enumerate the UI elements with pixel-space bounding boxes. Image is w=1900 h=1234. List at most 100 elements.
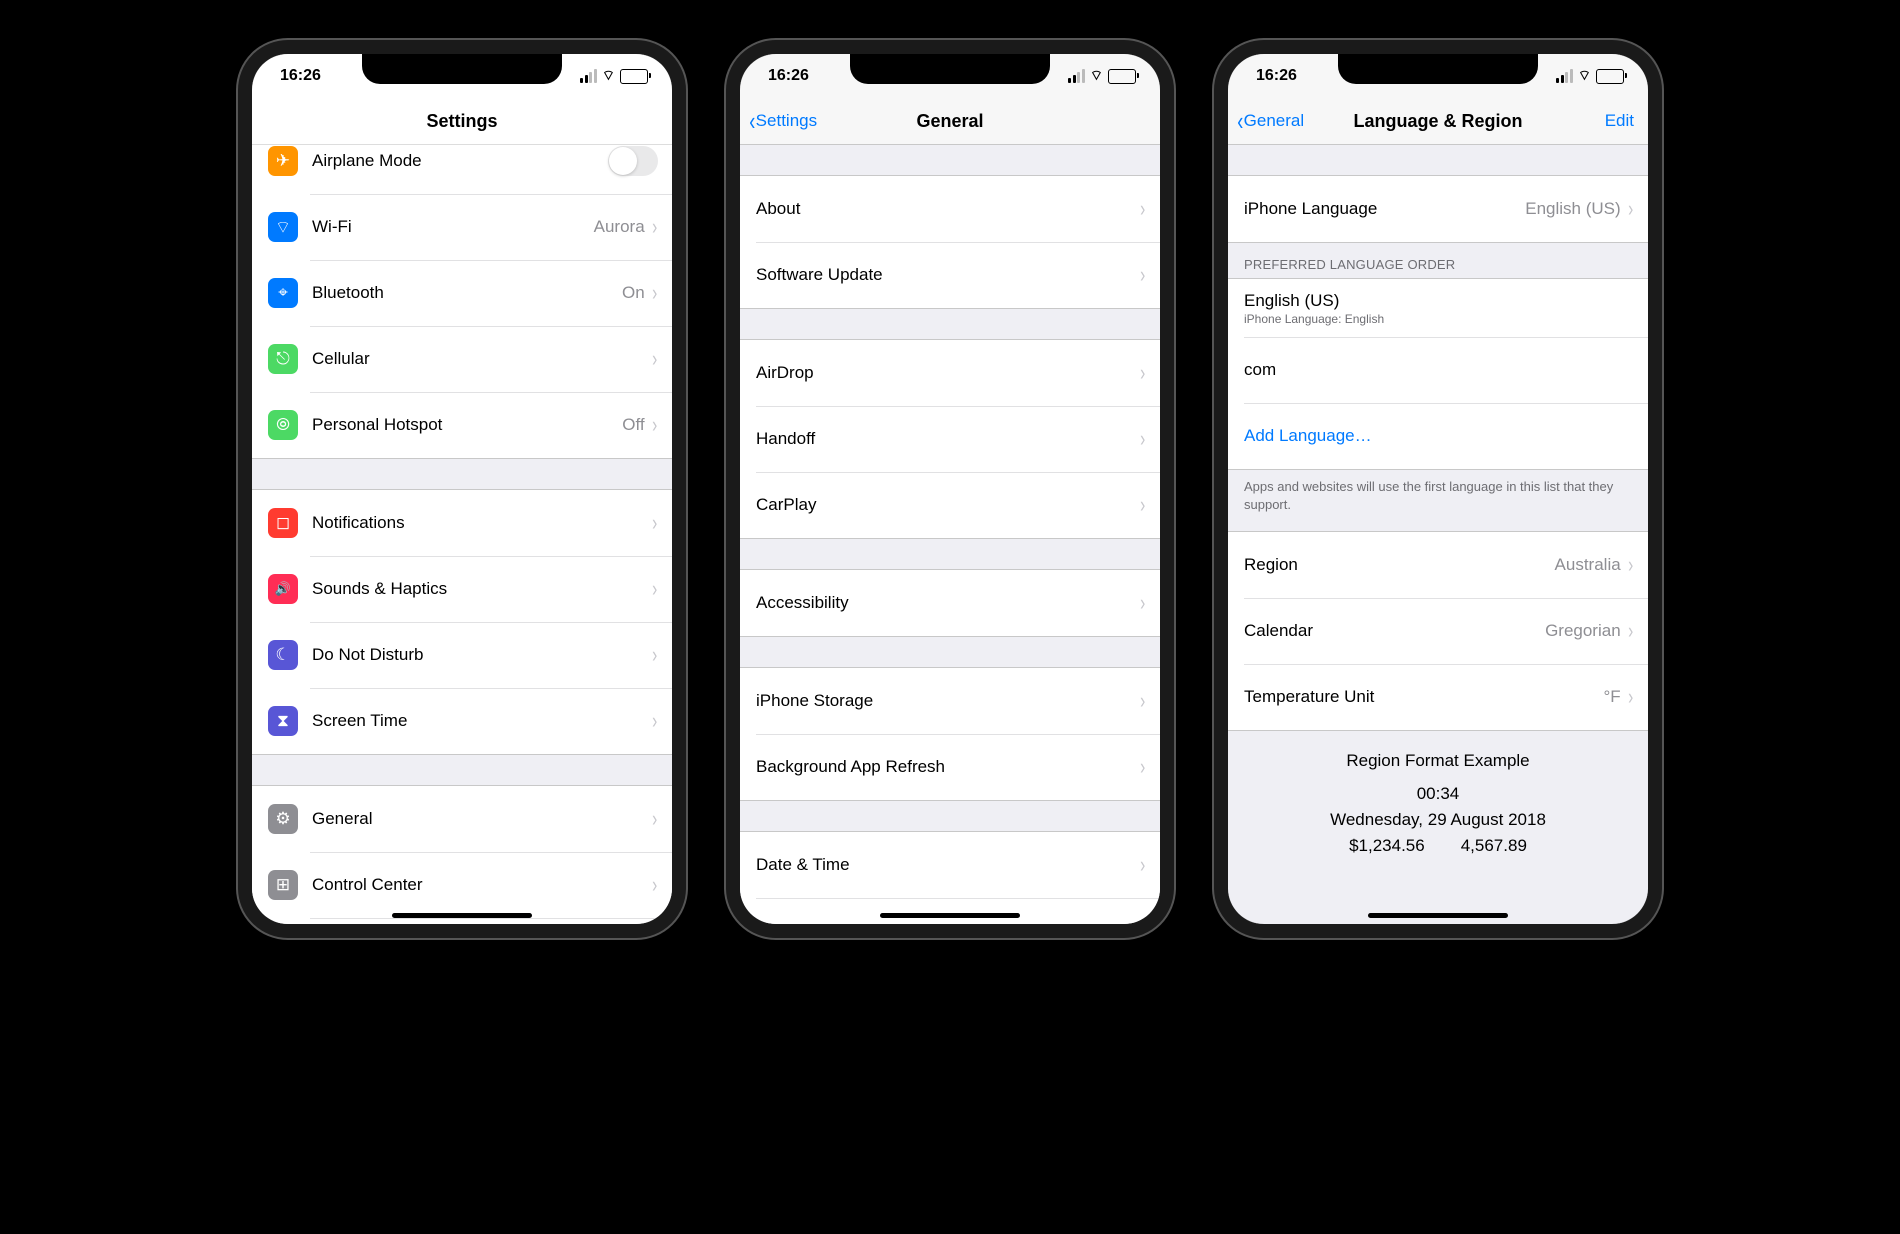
cellular-icon: ⎋ — [268, 344, 298, 374]
cell-signal-icon — [580, 69, 597, 83]
controls-icon: ⊞ — [268, 870, 298, 900]
chevron-right-icon: › — [1140, 690, 1145, 712]
nav-bar: Settings — [252, 98, 672, 145]
chevron-right-icon: › — [1628, 554, 1633, 576]
chevron-right-icon: › — [652, 808, 657, 830]
chevron-right-icon: › — [1140, 428, 1145, 450]
row-region[interactable]: Region Australia › — [1228, 532, 1648, 598]
chevron-right-icon: › — [1140, 198, 1145, 220]
row-iphone-storage[interactable]: iPhone Storage› — [740, 668, 1160, 734]
row-cellular[interactable]: ⎋ Cellular › — [252, 326, 672, 392]
row-dnd[interactable]: ☾ Do Not Disturb › — [252, 622, 672, 688]
status-time: 16:26 — [1256, 67, 1297, 85]
home-indicator[interactable] — [1368, 913, 1508, 918]
back-button[interactable]: ‹ Settings — [748, 98, 817, 144]
nav-title: Settings — [426, 111, 497, 132]
row-date-time[interactable]: Date & Time› — [740, 832, 1160, 898]
notifications-icon: ◻ — [268, 508, 298, 538]
row-add-language[interactable]: Add Language… — [1228, 403, 1648, 469]
status-time: 16:26 — [768, 67, 809, 85]
nav-bar: ‹ Settings General — [740, 98, 1160, 145]
chevron-right-icon: › — [1140, 264, 1145, 286]
battery-icon — [1108, 69, 1136, 84]
nav-title: Language & Region — [1353, 111, 1522, 132]
row-screentime[interactable]: ⧗ Screen Time › — [252, 688, 672, 754]
chevron-right-icon: › — [1628, 620, 1633, 642]
battery-icon — [1596, 69, 1624, 84]
chevron-right-icon: › — [1140, 592, 1145, 614]
phone-settings: 16:26 ⌔ Settings ✈ Airplane Mode ⌔ Wi-Fi… — [238, 40, 686, 938]
cell-signal-icon — [1068, 69, 1085, 83]
row-hotspot[interactable]: ⦾ Personal Hotspot Off › — [252, 392, 672, 458]
sounds-icon: 🔊 — [268, 574, 298, 604]
nav-bar: ‹ General Language & Region Edit — [1228, 98, 1648, 145]
settings-list[interactable]: ✈ Airplane Mode ⌔ Wi-Fi Aurora › ⌖ Bluet… — [252, 145, 672, 924]
row-carplay[interactable]: CarPlay› — [740, 472, 1160, 538]
chevron-right-icon: › — [1140, 362, 1145, 384]
chevron-right-icon: › — [1140, 854, 1145, 876]
wifi-icon: ⌔ — [1578, 67, 1591, 85]
hourglass-icon: ⧗ — [268, 706, 298, 736]
row-wifi[interactable]: ⌔ Wi-Fi Aurora › — [252, 194, 672, 260]
wifi-icon: ⌔ — [1090, 67, 1103, 85]
row-software-update[interactable]: Software Update› — [740, 242, 1160, 308]
row-control-center[interactable]: ⊞ Control Center › — [252, 852, 672, 918]
chevron-right-icon: › — [1140, 920, 1145, 924]
notch — [850, 54, 1050, 84]
row-notifications[interactable]: ◻ Notifications › — [252, 490, 672, 556]
status-icons: ⌔ — [1068, 67, 1136, 85]
phone-general: 16:26 ⌔ ‹ Settings General About› Softwa… — [726, 40, 1174, 938]
chevron-right-icon: › — [1140, 756, 1145, 778]
row-about[interactable]: About› — [740, 176, 1160, 242]
chevron-right-icon: › — [652, 644, 657, 666]
chevron-left-icon: ‹ — [749, 108, 755, 134]
row-iphone-language[interactable]: iPhone Language English (US) › — [1228, 176, 1648, 242]
airplane-toggle[interactable] — [608, 146, 658, 176]
back-button[interactable]: ‹ General — [1236, 98, 1304, 144]
notch — [362, 54, 562, 84]
status-icons: ⌔ — [580, 67, 648, 85]
row-sounds[interactable]: 🔊 Sounds & Haptics › — [252, 556, 672, 622]
chevron-right-icon: › — [652, 874, 657, 896]
row-bg-refresh[interactable]: Background App Refresh› — [740, 734, 1160, 800]
row-pref-lang-1[interactable]: English (US)iPhone Language: English — [1228, 279, 1648, 337]
chevron-right-icon: › — [1628, 686, 1633, 708]
airplane-icon: ✈ — [268, 146, 298, 176]
battery-icon — [620, 69, 648, 84]
row-accessibility[interactable]: Accessibility› — [740, 570, 1160, 636]
region-format-example: Region Format Example 00:34 Wednesday, 2… — [1228, 731, 1648, 896]
chevron-right-icon: › — [652, 216, 657, 238]
row-airdrop[interactable]: AirDrop› — [740, 340, 1160, 406]
bluetooth-icon: ⌖ — [268, 278, 298, 308]
status-time: 16:26 — [280, 67, 321, 85]
general-list[interactable]: About› Software Update› AirDrop› Handoff… — [740, 145, 1160, 924]
row-bluetooth[interactable]: ⌖ Bluetooth On › — [252, 260, 672, 326]
cell-signal-icon — [1556, 69, 1573, 83]
row-temp-unit[interactable]: Temperature Unit °F › — [1228, 664, 1648, 730]
row-airplane-mode[interactable]: ✈ Airplane Mode — [252, 145, 672, 194]
edit-button[interactable]: Edit — [1605, 98, 1634, 144]
status-icons: ⌔ — [1556, 67, 1624, 85]
gear-icon: ⚙ — [268, 804, 298, 834]
row-handoff[interactable]: Handoff› — [740, 406, 1160, 472]
row-general[interactable]: ⚙ General › — [252, 786, 672, 852]
chevron-right-icon: › — [652, 512, 657, 534]
wifi-icon: ⌔ — [602, 67, 615, 85]
row-display[interactable]: ᴀA Display & Brightness › — [252, 918, 672, 924]
hotspot-icon: ⦾ — [268, 410, 298, 440]
row-calendar[interactable]: Calendar Gregorian › — [1228, 598, 1648, 664]
row-pref-lang-2[interactable]: com — [1228, 337, 1648, 403]
home-indicator[interactable] — [880, 913, 1020, 918]
moon-icon: ☾ — [268, 640, 298, 670]
chevron-right-icon: › — [1140, 494, 1145, 516]
chevron-right-icon: › — [652, 414, 657, 436]
chevron-right-icon: › — [652, 578, 657, 600]
phone-language-region: 16:26 ⌔ ‹ General Language & Region Edit… — [1214, 40, 1662, 938]
notch — [1338, 54, 1538, 84]
language-region-list[interactable]: iPhone Language English (US) › PREFERRED… — [1228, 145, 1648, 924]
chevron-left-icon: ‹ — [1237, 108, 1243, 134]
home-indicator[interactable] — [392, 913, 532, 918]
wifi-row-icon: ⌔ — [268, 212, 298, 242]
row-keyboard[interactable]: Keyboard› — [740, 898, 1160, 924]
preferred-language-header: PREFERRED LANGUAGE ORDER — [1228, 243, 1648, 278]
